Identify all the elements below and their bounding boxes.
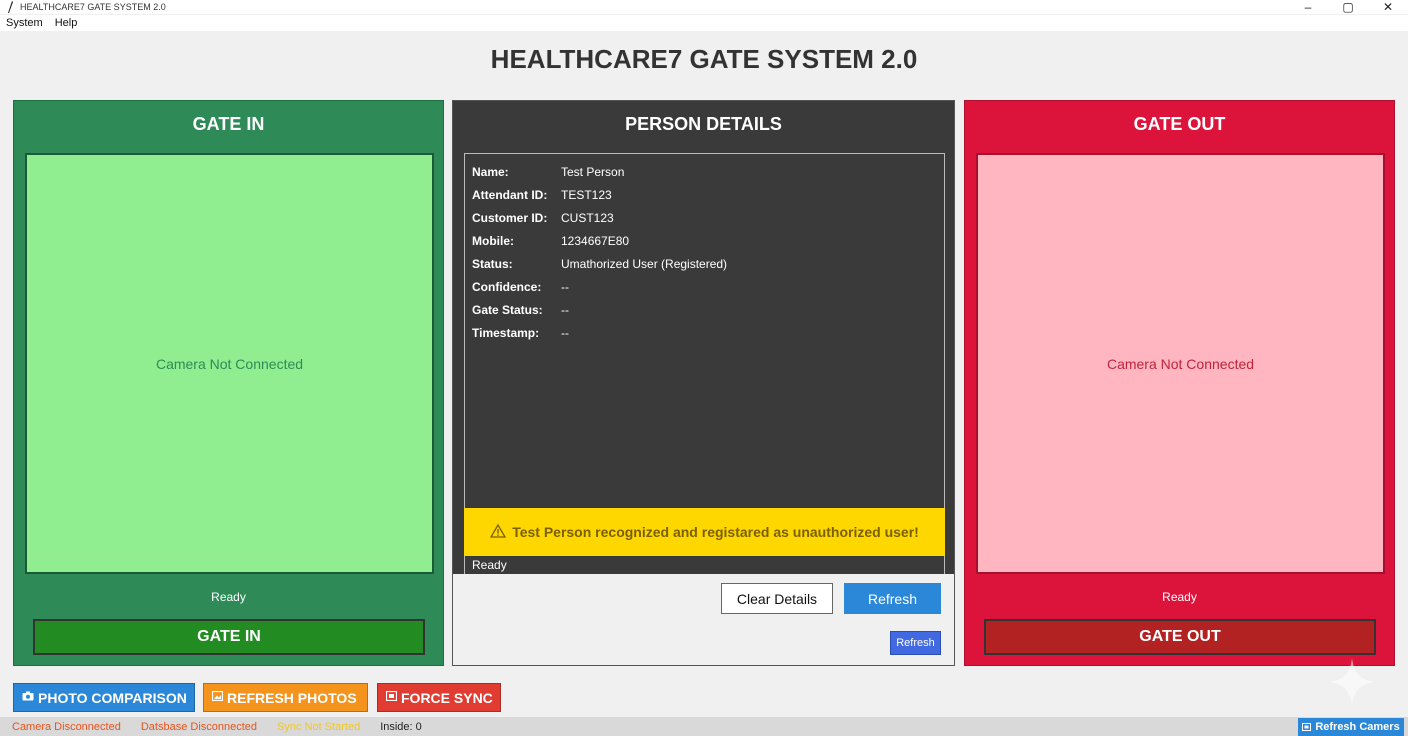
detail-row-status: Status: Umathorized User (Registered)	[465, 252, 944, 275]
detail-label: Mobile:	[472, 233, 514, 248]
camera-icon	[22, 691, 34, 704]
refresh-cameras-label: Refresh Camers	[1315, 721, 1400, 733]
person-details-panel: PERSON DETAILS Name: Test Person Attendan…	[452, 100, 955, 666]
camera-connection-status: Camera Disconnected	[12, 720, 121, 733]
detail-row-customer-id: Customer ID: CUST123	[465, 206, 944, 229]
gate-out-camera-status: Camera Not Connected	[1106, 355, 1255, 372]
feather-icon	[4, 1, 16, 13]
detail-row-name: Name: Test Person	[465, 160, 944, 183]
force-sync-button[interactable]: FORCE SYNC	[377, 683, 501, 712]
detail-row-attendant-id: Attendant ID: TEST123	[465, 183, 944, 206]
detail-row-mobile: Mobile: 1234667E80	[465, 229, 944, 252]
gate-out-title: GATE OUT	[1133, 113, 1226, 134]
image-icon	[211, 690, 224, 704]
refresh-button[interactable]: Refresh	[844, 583, 941, 614]
status-bar: Camera Disconnected Datsbase Disconnecte…	[0, 717, 1408, 736]
detail-value: 1234667E80	[561, 233, 630, 248]
detail-label: Gate Status:	[472, 302, 543, 317]
gate-in-title: GATE IN	[192, 113, 265, 134]
gate-in-camera-view: Camera Not Connected	[25, 153, 434, 574]
gate-out-status: Ready	[1162, 590, 1197, 604]
detail-value: TEST123	[561, 187, 612, 202]
gate-in-status: Ready	[211, 590, 246, 604]
detail-row-gate-status: Gate Status: --	[465, 298, 944, 321]
detail-row-confidence: Confidence: --	[465, 275, 944, 298]
photo-comparison-label: PHOTO COMPARISON	[38, 689, 187, 706]
gate-in-panel: GATE IN Camera Not Connected Ready GATE …	[13, 100, 444, 666]
refresh-photos-label: REFRESH PHOTOS	[227, 689, 357, 706]
detail-label: Name:	[472, 164, 509, 179]
gate-out-panel: GATE OUT Camera Not Connected Ready GATE…	[964, 100, 1395, 666]
detail-value: CUST123	[561, 210, 614, 225]
database-connection-status: Datsbase Disconnected	[140, 720, 258, 733]
detail-label: Confidence:	[472, 279, 542, 294]
close-button[interactable]: ✕	[1368, 0, 1408, 14]
detail-label: Timestamp:	[472, 325, 540, 340]
refresh-cameras-button[interactable]: Refresh Camers	[1298, 718, 1404, 736]
detail-value: --	[561, 302, 569, 317]
window-controls: – ▢ ✕	[1288, 0, 1408, 14]
menu-help[interactable]: Help	[49, 17, 84, 29]
menu-system[interactable]: System	[0, 17, 49, 29]
maximize-button[interactable]: ▢	[1328, 0, 1368, 14]
sync-status: Sync Not Started	[277, 720, 361, 733]
force-sync-label: FORCE SYNC	[401, 689, 493, 706]
menu-bar: System Help	[0, 15, 1408, 31]
clear-details-button[interactable]: Clear Details	[721, 583, 833, 614]
sync-icon	[385, 690, 398, 704]
gate-out-camera-view: Camera Not Connected	[976, 153, 1385, 574]
detail-row-timestamp: Timestamp: --	[465, 321, 944, 344]
gate-in-camera-status: Camera Not Connected	[155, 355, 304, 372]
detail-value: --	[561, 325, 569, 340]
detail-value: Umathorized User (Registered)	[561, 256, 728, 271]
refresh-small-button[interactable]: Refresh	[890, 631, 941, 655]
recognition-alert: Test Person recognized and registared as…	[464, 508, 945, 556]
detail-label: Status:	[472, 256, 513, 271]
inside-count: Inside: 0	[380, 720, 422, 733]
gate-in-button[interactable]: GATE IN	[33, 619, 425, 655]
person-details-title: PERSON DETAILS	[453, 101, 954, 147]
detail-value: --	[561, 279, 569, 294]
sparkle-icon	[1328, 658, 1376, 706]
detail-label: Attendant ID:	[472, 187, 548, 202]
photo-comparison-button[interactable]: PHOTO COMPARISON	[13, 683, 195, 712]
app-title: HEALTHCARE7 GATE SYSTEM 2.0	[490, 44, 918, 74]
person-details-list: Name: Test Person Attendant ID: TEST123 Cu…	[464, 153, 945, 508]
alert-message: Test Person recognized and registared as…	[512, 524, 919, 540]
gate-out-button[interactable]: GATE OUT	[984, 619, 1376, 655]
minimize-button[interactable]: –	[1288, 0, 1328, 14]
person-status-line: Ready	[464, 556, 945, 574]
detail-label: Customer ID:	[472, 210, 548, 225]
refresh-photos-button[interactable]: REFRESH PHOTOS	[203, 683, 368, 712]
warning-triangle-icon	[490, 523, 507, 541]
window-title: HEALTHCARE7 GATE SYSTEM 2.0	[20, 2, 166, 12]
detail-value: Test Person	[561, 164, 625, 179]
camera-icon	[1302, 723, 1312, 731]
window-titlebar: HEALTHCARE7 GATE SYSTEM 2.0 – ▢ ✕	[0, 0, 1408, 14]
